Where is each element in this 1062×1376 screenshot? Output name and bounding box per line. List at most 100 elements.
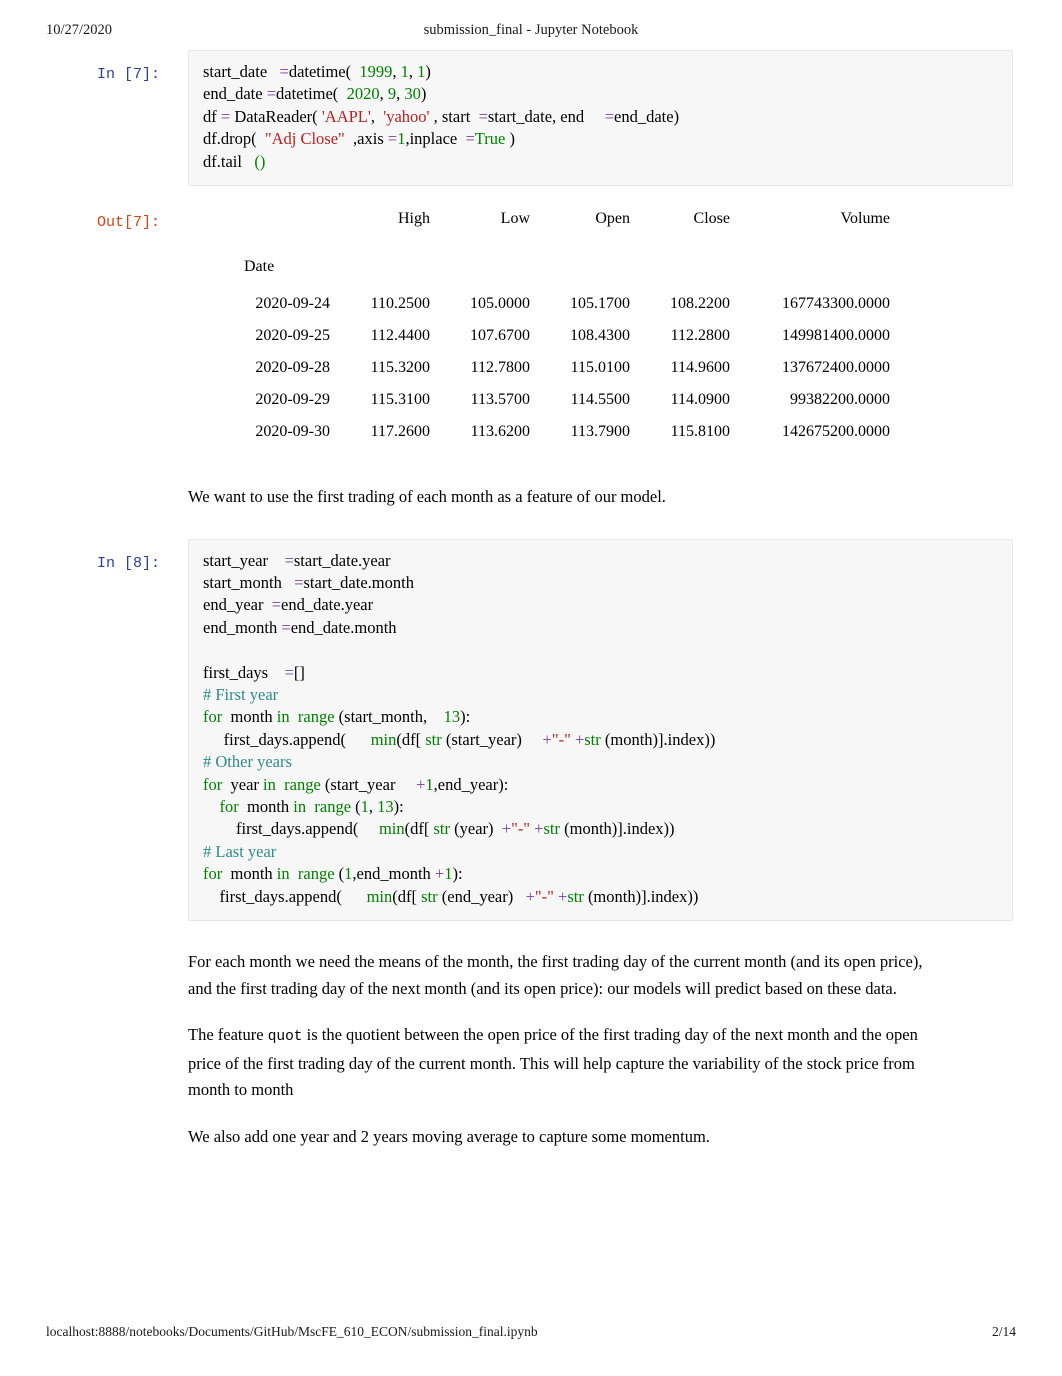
- code-line: df.tail (): [203, 151, 998, 173]
- code-token: (year): [450, 819, 494, 839]
- notebook-cell-in-8[interactable]: In [8]: start_year =start_date.year start…: [0, 538, 1062, 922]
- code-token: (: [334, 864, 345, 884]
- code-token: str: [584, 729, 601, 749]
- code-token: ,: [392, 62, 401, 81]
- code-token: ,: [408, 62, 418, 81]
- code-token: =: [465, 129, 475, 149]
- table-cell-close: 115.8100: [670, 423, 730, 441]
- code-token: =: [294, 572, 304, 592]
- code-line: end_month =end_date.month: [203, 617, 998, 639]
- code-token: 9: [387, 84, 397, 104]
- code-token: ,axis: [344, 129, 388, 149]
- table-cell-low: 105.0000: [470, 295, 530, 313]
- code-token: (df[: [404, 819, 434, 839]
- code-token: range: [314, 797, 352, 816]
- dataframe-head: High Low Open Close Volume Date: [200, 210, 890, 288]
- spacer-cell-2: [430, 236, 530, 288]
- code-line: start_month =start_date.month: [203, 572, 998, 594]
- code-token: +: [558, 886, 568, 906]
- dataframe-index-name: Date: [244, 258, 275, 276]
- table-row: 2020-09-29 115.3100 113.5700 114.5500 114.09…: [200, 384, 890, 416]
- notebook-cell-in-7[interactable]: In [7]: start_date =datetime( 1999, 1, 1…: [0, 50, 1062, 187]
- code-line: for year in range (start_year +1,end_yea…: [203, 774, 998, 796]
- code-token: start_date.year: [293, 550, 391, 570]
- dataframe-col-volume: Volume: [840, 210, 890, 228]
- code-token: =: [220, 106, 231, 126]
- code-token: for: [219, 797, 239, 816]
- code-token: 1: [360, 797, 369, 816]
- code-line: end_date =datetime( 2020, 9, 30): [203, 83, 998, 105]
- code-token: end_date: [203, 84, 267, 104]
- code-token: =: [478, 106, 488, 126]
- table-row: 2020-09-28 115.3200 112.7800 115.0100 114.96…: [200, 352, 890, 384]
- code-token: for: [203, 707, 223, 727]
- dataframe-index-name-row: Date: [200, 236, 890, 288]
- code-token: (start_month,: [334, 707, 428, 727]
- code-line: df.drop( "Adj Close" ,axis =1,inplace =T…: [203, 128, 998, 150]
- code-token: ,: [368, 797, 378, 816]
- code-token: in: [293, 797, 307, 816]
- code-token: min: [370, 729, 397, 749]
- code-token: ):: [460, 707, 471, 727]
- code-source-7[interactable]: start_date =datetime( 1999, 1, 1) end_dat…: [203, 61, 998, 173]
- code-line: first_days.append( min(df[ str (start_ye…: [203, 729, 998, 751]
- code-token: start_month: [203, 572, 282, 592]
- prompt-in-7[interactable]: In [7]:: [0, 64, 172, 86]
- markdown-paragraph: We want to use the first trading of each…: [188, 487, 666, 507]
- code-token: datetime(: [276, 84, 339, 104]
- code-token: datetime(: [288, 62, 352, 81]
- code-token: =: [271, 595, 282, 615]
- code-token: for: [203, 774, 223, 794]
- code-token: range: [297, 707, 335, 727]
- code-token: (df[: [396, 729, 426, 749]
- code-token: 1: [425, 774, 434, 794]
- code-token: +: [525, 886, 535, 906]
- code-token: range: [284, 774, 321, 794]
- code-token: 30: [404, 84, 421, 104]
- code-editor-cell-8[interactable]: start_year =start_date.year start_month =…: [188, 538, 1013, 922]
- table-cell-date: 2020-09-28: [255, 359, 330, 377]
- table-cell-close: 114.9600: [670, 359, 730, 377]
- page-header: 10/27/2020 submission_final - Jupyter No…: [0, 22, 1062, 44]
- code-line: # First year: [203, 684, 998, 706]
- code-token: ):: [452, 864, 463, 884]
- dataframe-header-row: High Low Open Close Volume: [200, 210, 890, 236]
- prompt-in-8[interactable]: In [8]:: [0, 553, 172, 575]
- code-token: True: [474, 129, 506, 149]
- code-token: str: [543, 819, 560, 839]
- code-token: in: [276, 707, 290, 727]
- code-token: in: [276, 864, 290, 884]
- code-token: ): [425, 62, 431, 81]
- code-token: DataReader(: [230, 106, 322, 126]
- table-cell-high: 117.2600: [370, 423, 430, 441]
- page-footer: localhost:8888/notebooks/Documents/GitHu…: [0, 1324, 1062, 1344]
- code-line: # Other years: [203, 751, 998, 773]
- code-token: first_days.append(: [203, 819, 359, 839]
- dataframe-col-close: Close: [693, 210, 730, 228]
- code-token: (month)].index)): [600, 729, 716, 749]
- code-token: month: [222, 864, 277, 884]
- table-cell-volume: 99382200.0000: [790, 391, 890, 409]
- code-token: (start_year: [320, 774, 396, 794]
- code-source-8[interactable]: start_year =start_date.year start_month =…: [203, 550, 998, 909]
- code-token: str: [433, 819, 451, 839]
- code-token: end_month: [203, 617, 282, 637]
- markdown-paragraph: We also add one year and 2 years moving …: [188, 1126, 710, 1146]
- code-line: start_date =datetime( 1999, 1, 1): [203, 61, 998, 83]
- feature-code-quot: quot: [267, 1029, 303, 1046]
- code-token: =: [281, 617, 291, 637]
- code-editor-cell-7[interactable]: start_date =datetime( 1999, 1, 1) end_dat…: [188, 50, 1013, 187]
- table-cell-high: 115.3200: [370, 359, 430, 377]
- table-cell-open: 115.0100: [570, 359, 630, 377]
- dataframe-col-open: Open: [595, 210, 630, 228]
- code-token: min: [378, 819, 405, 839]
- table-cell-volume: 149981400.0000: [782, 327, 890, 345]
- code-token: +: [434, 864, 445, 884]
